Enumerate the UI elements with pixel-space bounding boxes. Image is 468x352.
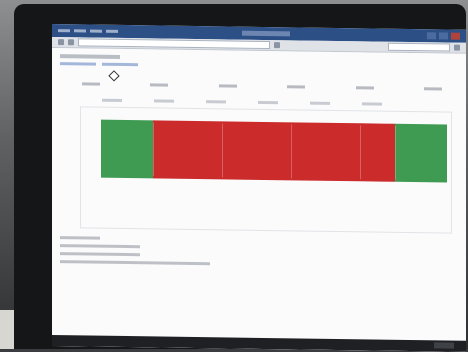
back-icon[interactable] (58, 39, 64, 45)
menu-file[interactable] (58, 29, 70, 32)
timeline-segment[interactable] (101, 120, 153, 179)
timeline-segment-label (291, 124, 360, 125)
timeline-segment-label (101, 122, 153, 123)
menu-tools[interactable] (106, 30, 118, 33)
detail-line (60, 244, 140, 248)
taskbar-clock (434, 342, 454, 348)
menu-view[interactable] (90, 30, 102, 33)
window-controls (427, 32, 460, 39)
parameter-1 (82, 82, 100, 85)
timeline-segment[interactable] (395, 124, 447, 183)
window-title (242, 31, 290, 37)
timeline-segment-label (153, 122, 222, 123)
forward-icon[interactable] (68, 39, 74, 45)
minimize-icon[interactable] (427, 32, 436, 39)
gear-icon[interactable] (454, 45, 460, 51)
menu-edit[interactable] (74, 29, 86, 32)
timeline-segment-label (222, 123, 291, 124)
status-timeline-bar[interactable] (101, 120, 447, 183)
timeline-panel (80, 106, 452, 233)
search-input[interactable] (388, 43, 450, 52)
screen (52, 24, 466, 352)
close-icon[interactable] (451, 33, 460, 40)
page-heading (60, 54, 120, 59)
timeline-divider (395, 126, 396, 180)
timeline-segment-label (395, 126, 447, 127)
timeline-divider (153, 122, 154, 176)
address-bar[interactable] (78, 38, 270, 49)
parameter-6 (424, 87, 442, 90)
parameter-3 (219, 84, 237, 87)
details-panel (60, 236, 260, 279)
timeline-segment[interactable] (360, 123, 395, 181)
maximize-icon[interactable] (439, 32, 448, 39)
parameter-4 (287, 85, 305, 88)
timeline-divider (291, 124, 292, 178)
detail-line (60, 260, 210, 265)
refresh-icon[interactable] (274, 42, 280, 48)
link-2[interactable] (102, 63, 138, 67)
detail-line (60, 236, 100, 240)
detail-line (60, 252, 140, 256)
timeline-scale (102, 99, 402, 106)
timeline-segment[interactable] (222, 121, 291, 180)
parameter-row (82, 76, 442, 95)
page-content (52, 48, 466, 352)
monitor-bezel (14, 4, 466, 349)
link-row (60, 62, 138, 66)
timeline-divider (222, 123, 223, 177)
parameter-2 (150, 83, 168, 86)
parameter-5 (356, 86, 374, 89)
timeline-segment[interactable] (291, 122, 360, 181)
link-1[interactable] (60, 62, 96, 66)
timeline-divider (360, 125, 361, 179)
timeline-segment[interactable] (153, 120, 222, 179)
